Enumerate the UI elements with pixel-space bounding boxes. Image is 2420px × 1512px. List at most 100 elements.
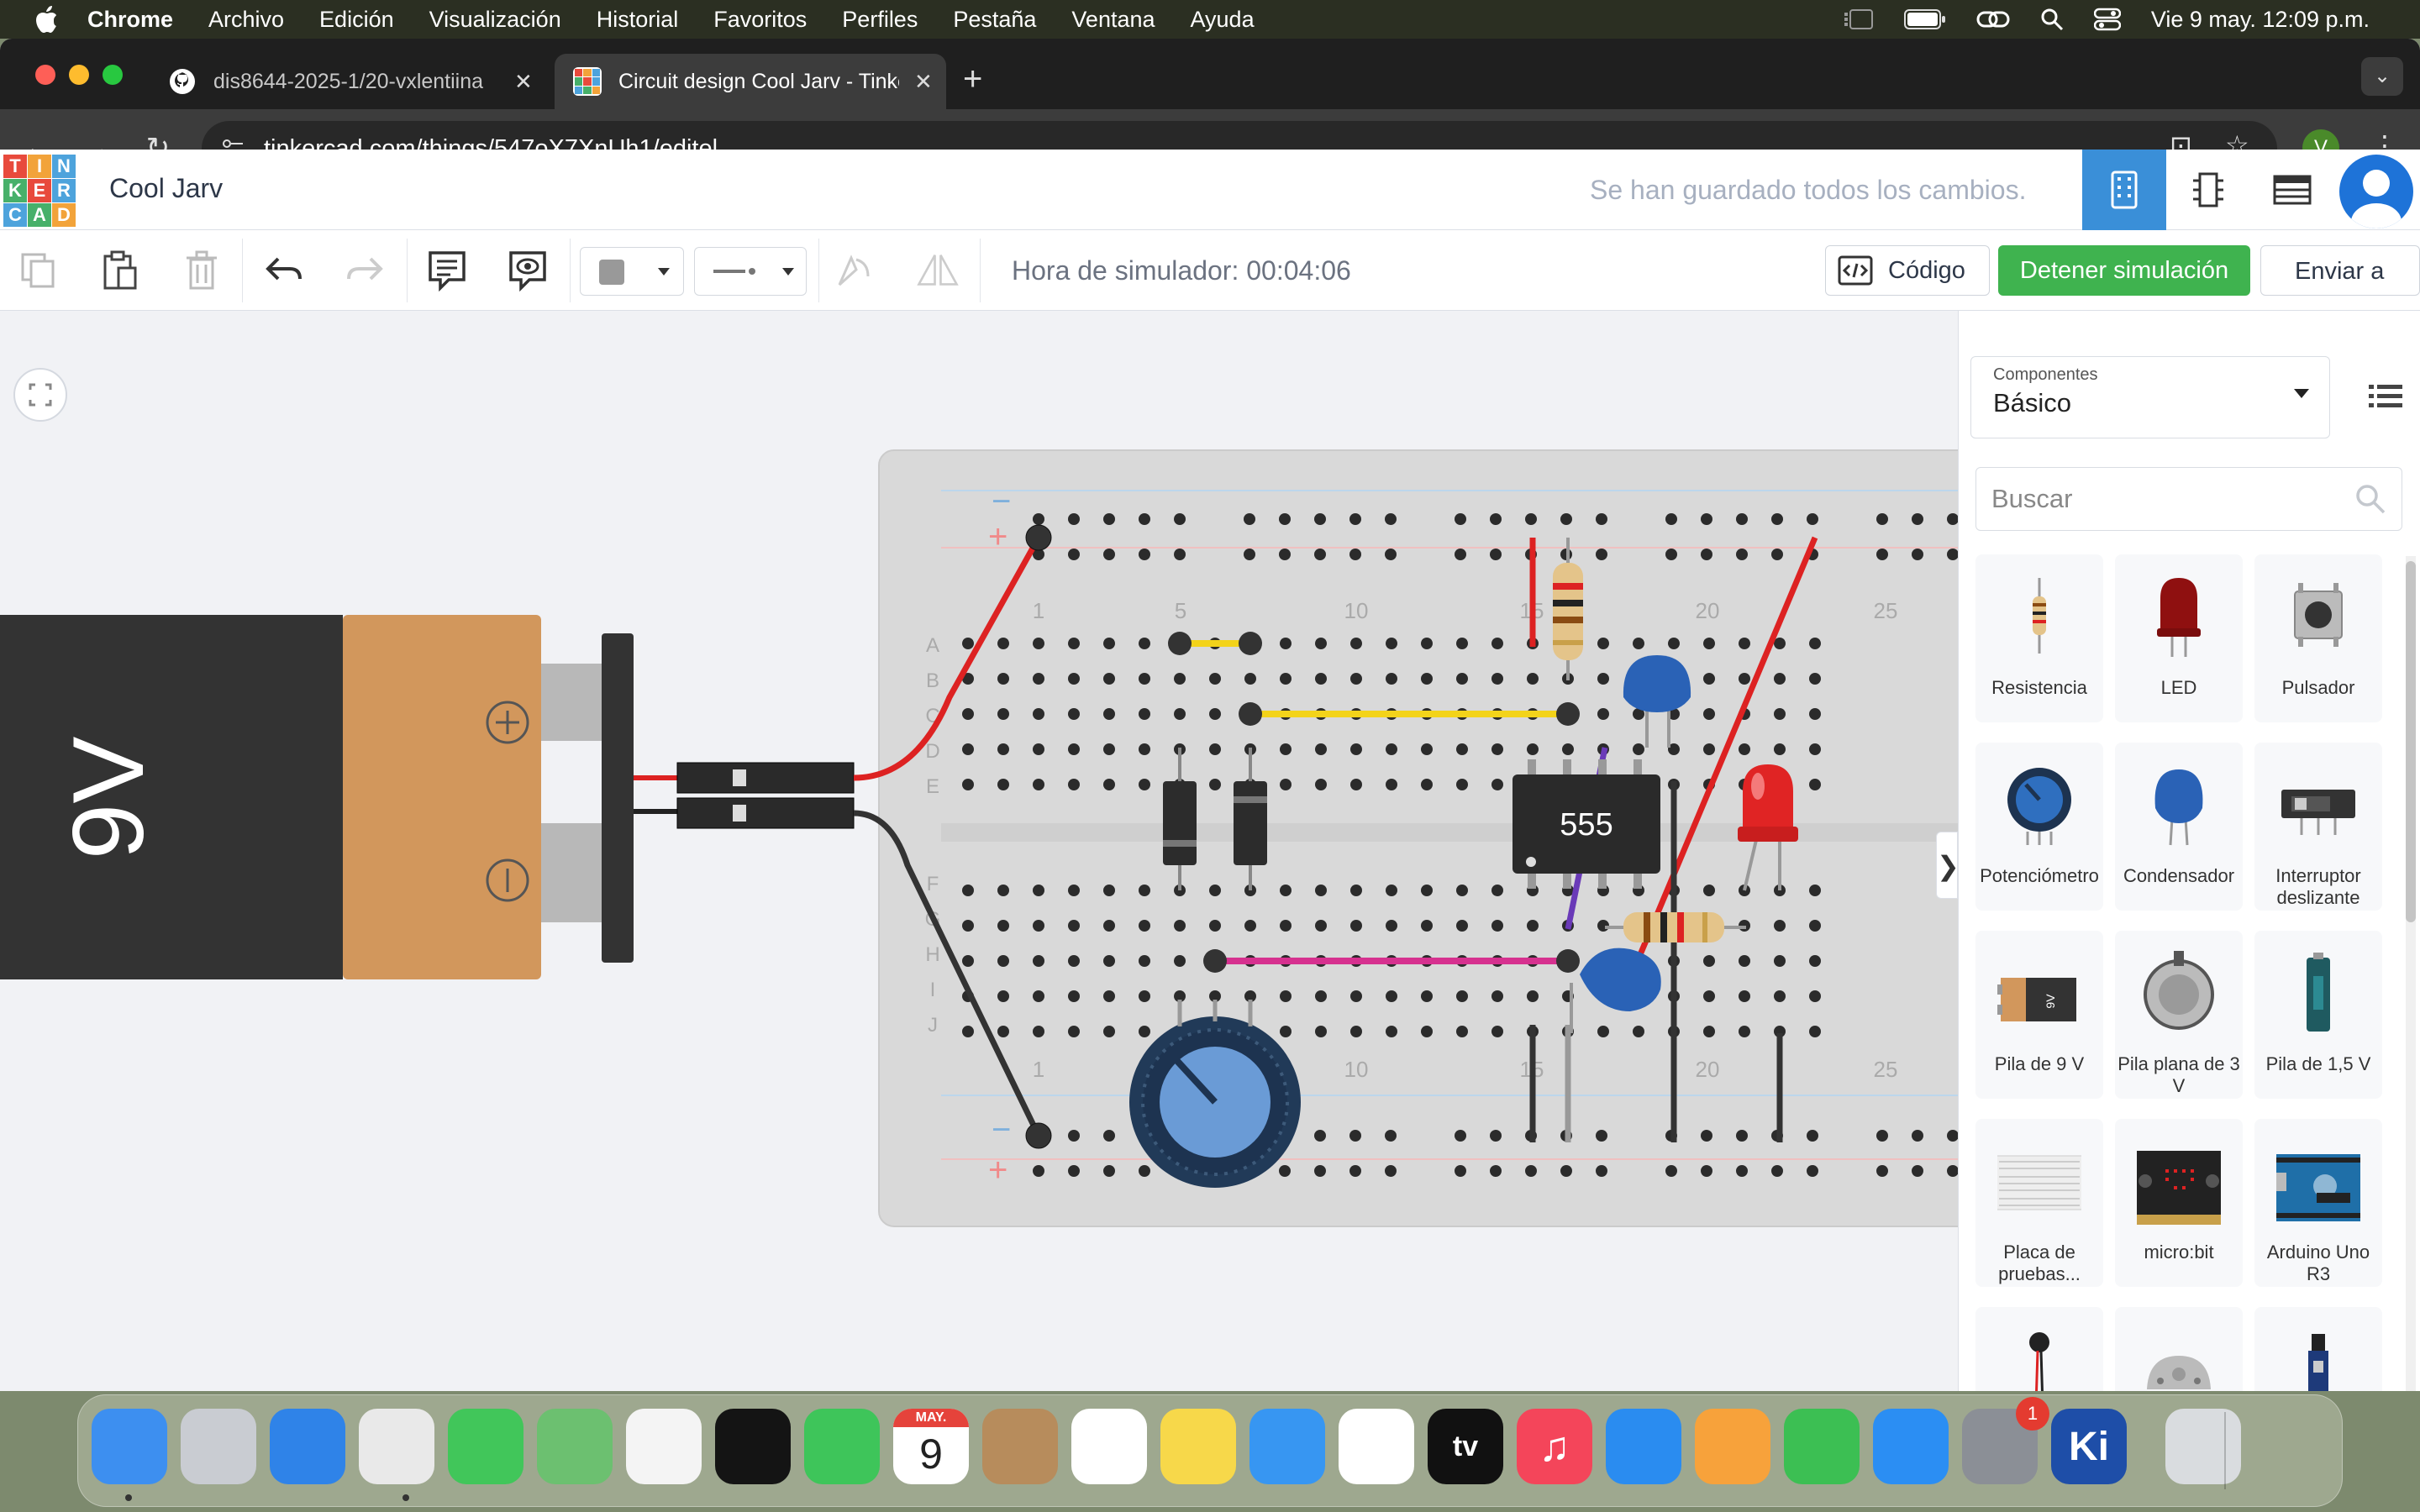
breadboard-hole[interactable] <box>997 990 1009 1002</box>
breadboard-hole[interactable] <box>1314 1130 1326 1142</box>
breadboard-hole[interactable] <box>1033 708 1044 720</box>
breadboard-hole[interactable] <box>1068 638 1080 649</box>
breadboard-hole[interactable] <box>1774 673 1786 685</box>
send-to-button[interactable]: Enviar a <box>2260 245 2420 296</box>
breadboard-hole[interactable] <box>1068 1026 1080 1037</box>
breadboard-hole[interactable] <box>1174 920 1186 932</box>
breadboard-hole[interactable] <box>1456 673 1468 685</box>
breadboard-hole[interactable] <box>1456 920 1468 932</box>
breadboard-hole[interactable] <box>1315 743 1327 755</box>
wire-endpoint[interactable] <box>1239 632 1262 655</box>
breadboard-hole[interactable] <box>1560 1165 1572 1177</box>
breadboard-hole[interactable] <box>1809 743 1821 755</box>
breadboard-hole[interactable] <box>1527 743 1539 755</box>
control-center-icon[interactable] <box>2093 8 2121 31</box>
breadboard-hole[interactable] <box>1386 743 1397 755</box>
duplicate-button[interactable] <box>17 249 60 292</box>
breadboard-hole[interactable] <box>1421 743 1433 755</box>
breadboard-hole[interactable] <box>1597 1026 1609 1037</box>
breadboard-hole[interactable] <box>1139 779 1150 790</box>
breadboard-hole[interactable] <box>997 885 1009 896</box>
breadboard-hole[interactable] <box>1455 549 1466 560</box>
design-name[interactable]: Cool Jarv <box>109 173 223 204</box>
component-search-input[interactable] <box>1975 467 2402 531</box>
breadboard-hole[interactable] <box>1033 955 1044 967</box>
breadboard-hole[interactable] <box>1033 1026 1044 1037</box>
freeform-icon[interactable] <box>1339 1409 1414 1484</box>
battery-icon[interactable] <box>1903 8 1946 30</box>
component-battery-9v[interactable]: 9V Pila de 9 V <box>1975 931 2103 1099</box>
breadboard-hole[interactable] <box>1739 638 1750 649</box>
breadboard-hole[interactable] <box>1456 1026 1468 1037</box>
breadboard-hole[interactable] <box>1876 1130 1888 1142</box>
breadboard-hole[interactable] <box>1386 1026 1397 1037</box>
breadboard-hole[interactable] <box>1350 990 1362 1002</box>
breadboard-hole[interactable] <box>1525 1165 1537 1177</box>
breadboard-hole[interactable] <box>1139 955 1150 967</box>
menu-pestana[interactable]: Pestaña <box>953 7 1036 33</box>
minimize-window-button[interactable] <box>69 65 89 85</box>
breadboard-hole[interactable] <box>1703 638 1715 649</box>
breadboard-hole[interactable] <box>1703 990 1715 1002</box>
breadboard-hole[interactable] <box>997 673 1009 685</box>
breadboard-hole[interactable] <box>1421 779 1433 790</box>
breadboard-hole[interactable] <box>1809 885 1821 896</box>
app-store-icon[interactable] <box>1873 1409 1949 1484</box>
breadboard-hole[interactable] <box>1597 638 1609 649</box>
breadboard-hole[interactable] <box>1809 990 1821 1002</box>
breadboard-hole[interactable] <box>1385 513 1397 525</box>
breadboard-hole[interactable] <box>1068 885 1080 896</box>
breadboard-hole[interactable] <box>1527 673 1539 685</box>
menu-ayuda[interactable]: Ayuda <box>1191 7 1255 33</box>
breadboard-hole[interactable] <box>1703 708 1715 720</box>
breadboard-hole[interactable] <box>1703 1026 1715 1037</box>
kicad-icon[interactable]: Ki <box>2051 1409 2127 1484</box>
menu-ventana[interactable]: Ventana <box>1071 7 1155 33</box>
breadboard-hole[interactable] <box>1033 673 1044 685</box>
breadboard-hole[interactable] <box>1386 920 1397 932</box>
breadboard-hole[interactable] <box>1596 549 1607 560</box>
breadboard-hole[interactable] <box>1174 673 1186 685</box>
breadboard-hole[interactable] <box>1386 638 1397 649</box>
breadboard-hole[interactable] <box>1912 1130 1923 1142</box>
menu-favoritos[interactable]: Favoritos <box>713 7 807 33</box>
notes-button[interactable] <box>425 249 469 292</box>
breadboard-hole[interactable] <box>1701 513 1712 525</box>
breadboard-hole[interactable] <box>1774 708 1786 720</box>
breadboard-hole[interactable] <box>1421 885 1433 896</box>
breadboard-hole[interactable] <box>1525 513 1537 525</box>
component-potentiometer[interactable]: Potenciómetro <box>1975 743 2103 911</box>
chrome-icon[interactable] <box>359 1409 434 1484</box>
tab-search-button[interactable]: ⌄ <box>2361 57 2403 96</box>
breadboard-hole[interactable] <box>1280 743 1292 755</box>
breadboard-hole[interactable] <box>1033 779 1044 790</box>
breadboard-hole[interactable] <box>1490 1130 1502 1142</box>
menu-perfiles[interactable]: Perfiles <box>842 7 918 33</box>
wire-endpoint[interactable] <box>1203 949 1227 973</box>
breadboard-hole[interactable] <box>1455 513 1466 525</box>
breadboard-hole[interactable] <box>962 1026 974 1037</box>
breadboard-hole[interactable] <box>1385 1130 1397 1142</box>
breadboard-hole[interactable] <box>1456 638 1468 649</box>
component-pushbutton[interactable]: Pulsador <box>2254 554 2382 722</box>
component-list-button[interactable] <box>2250 150 2334 230</box>
finder-icon[interactable] <box>92 1409 167 1484</box>
launchpad-icon[interactable] <box>181 1409 256 1484</box>
tinkercad-logo[interactable]: T I N K E R C A D <box>3 155 76 227</box>
breadboard-hole[interactable] <box>1315 990 1327 1002</box>
paste-button[interactable] <box>97 249 141 292</box>
breadboard-hole[interactable] <box>1244 920 1256 932</box>
flip-button[interactable] <box>916 249 960 292</box>
breadboard-hole[interactable] <box>1739 1026 1750 1037</box>
breadboard-hole[interactable] <box>1912 1165 1923 1177</box>
safari-icon[interactable] <box>270 1409 345 1484</box>
zoom-window-button[interactable] <box>103 65 123 85</box>
breadboard-hole[interactable] <box>1456 743 1468 755</box>
new-tab-button[interactable]: + <box>963 60 982 98</box>
breadboard-hole[interactable] <box>1456 779 1468 790</box>
breadboard-hole[interactable] <box>1103 513 1115 525</box>
breadboard-hole[interactable] <box>962 779 974 790</box>
breadboard-hole[interactable] <box>1912 513 1923 525</box>
breadboard-hole[interactable] <box>1596 1130 1607 1142</box>
menu-historial[interactable]: Historial <box>597 7 679 33</box>
